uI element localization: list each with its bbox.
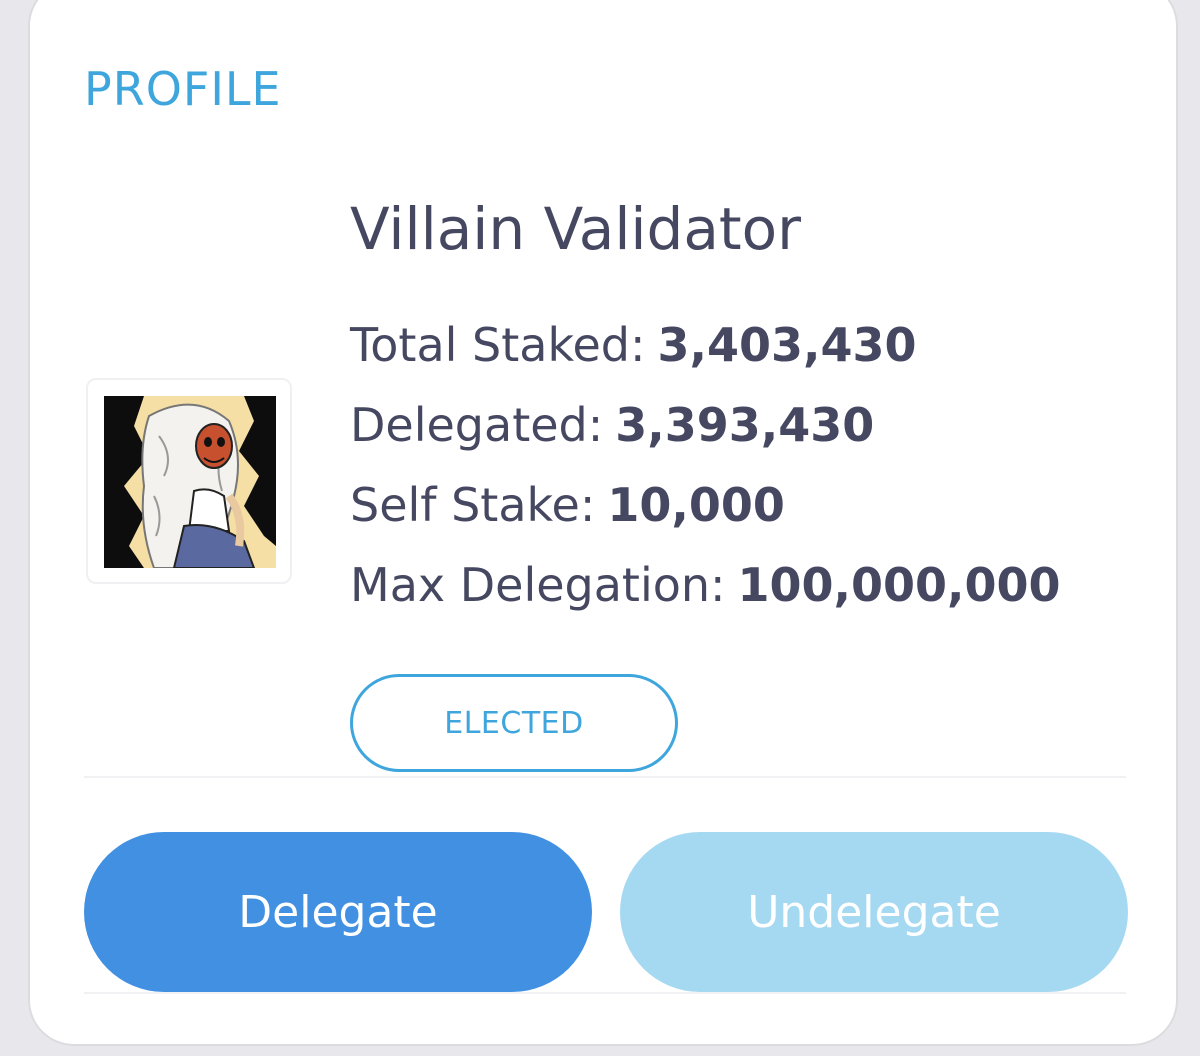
validator-avatar [86, 378, 292, 584]
delegate-button[interactable]: Delegate [84, 832, 592, 992]
stat-label: Max Delegation: [350, 558, 726, 612]
status-badge: ELECTED [350, 674, 678, 772]
divider [84, 776, 1126, 778]
stat-label: Total Staked: [350, 318, 646, 372]
stat-self-stake: Self Stake: 10,000 [350, 482, 785, 528]
stat-value: 3,403,430 [657, 318, 917, 372]
stat-max-delegation: Max Delegation: 100,000,000 [350, 562, 1061, 608]
validator-profile-card: PROFILE Villain Validator Total Staked: … [28, 0, 1178, 1046]
stat-value: 10,000 [607, 478, 785, 532]
stat-label: Self Stake: [350, 478, 596, 532]
undelegate-button[interactable]: Undelegate [620, 832, 1128, 992]
section-title: PROFILE [84, 62, 282, 116]
stat-delegated: Delegated: 3,393,430 [350, 402, 874, 448]
stat-value: 3,393,430 [615, 398, 875, 452]
stat-value: 100,000,000 [737, 558, 1061, 612]
stat-label: Delegated: [350, 398, 604, 452]
validator-name: Villain Validator [350, 195, 801, 263]
divider [84, 992, 1126, 994]
stat-total-staked: Total Staked: 3,403,430 [350, 322, 916, 368]
anime-character-avatar-icon [104, 396, 276, 568]
